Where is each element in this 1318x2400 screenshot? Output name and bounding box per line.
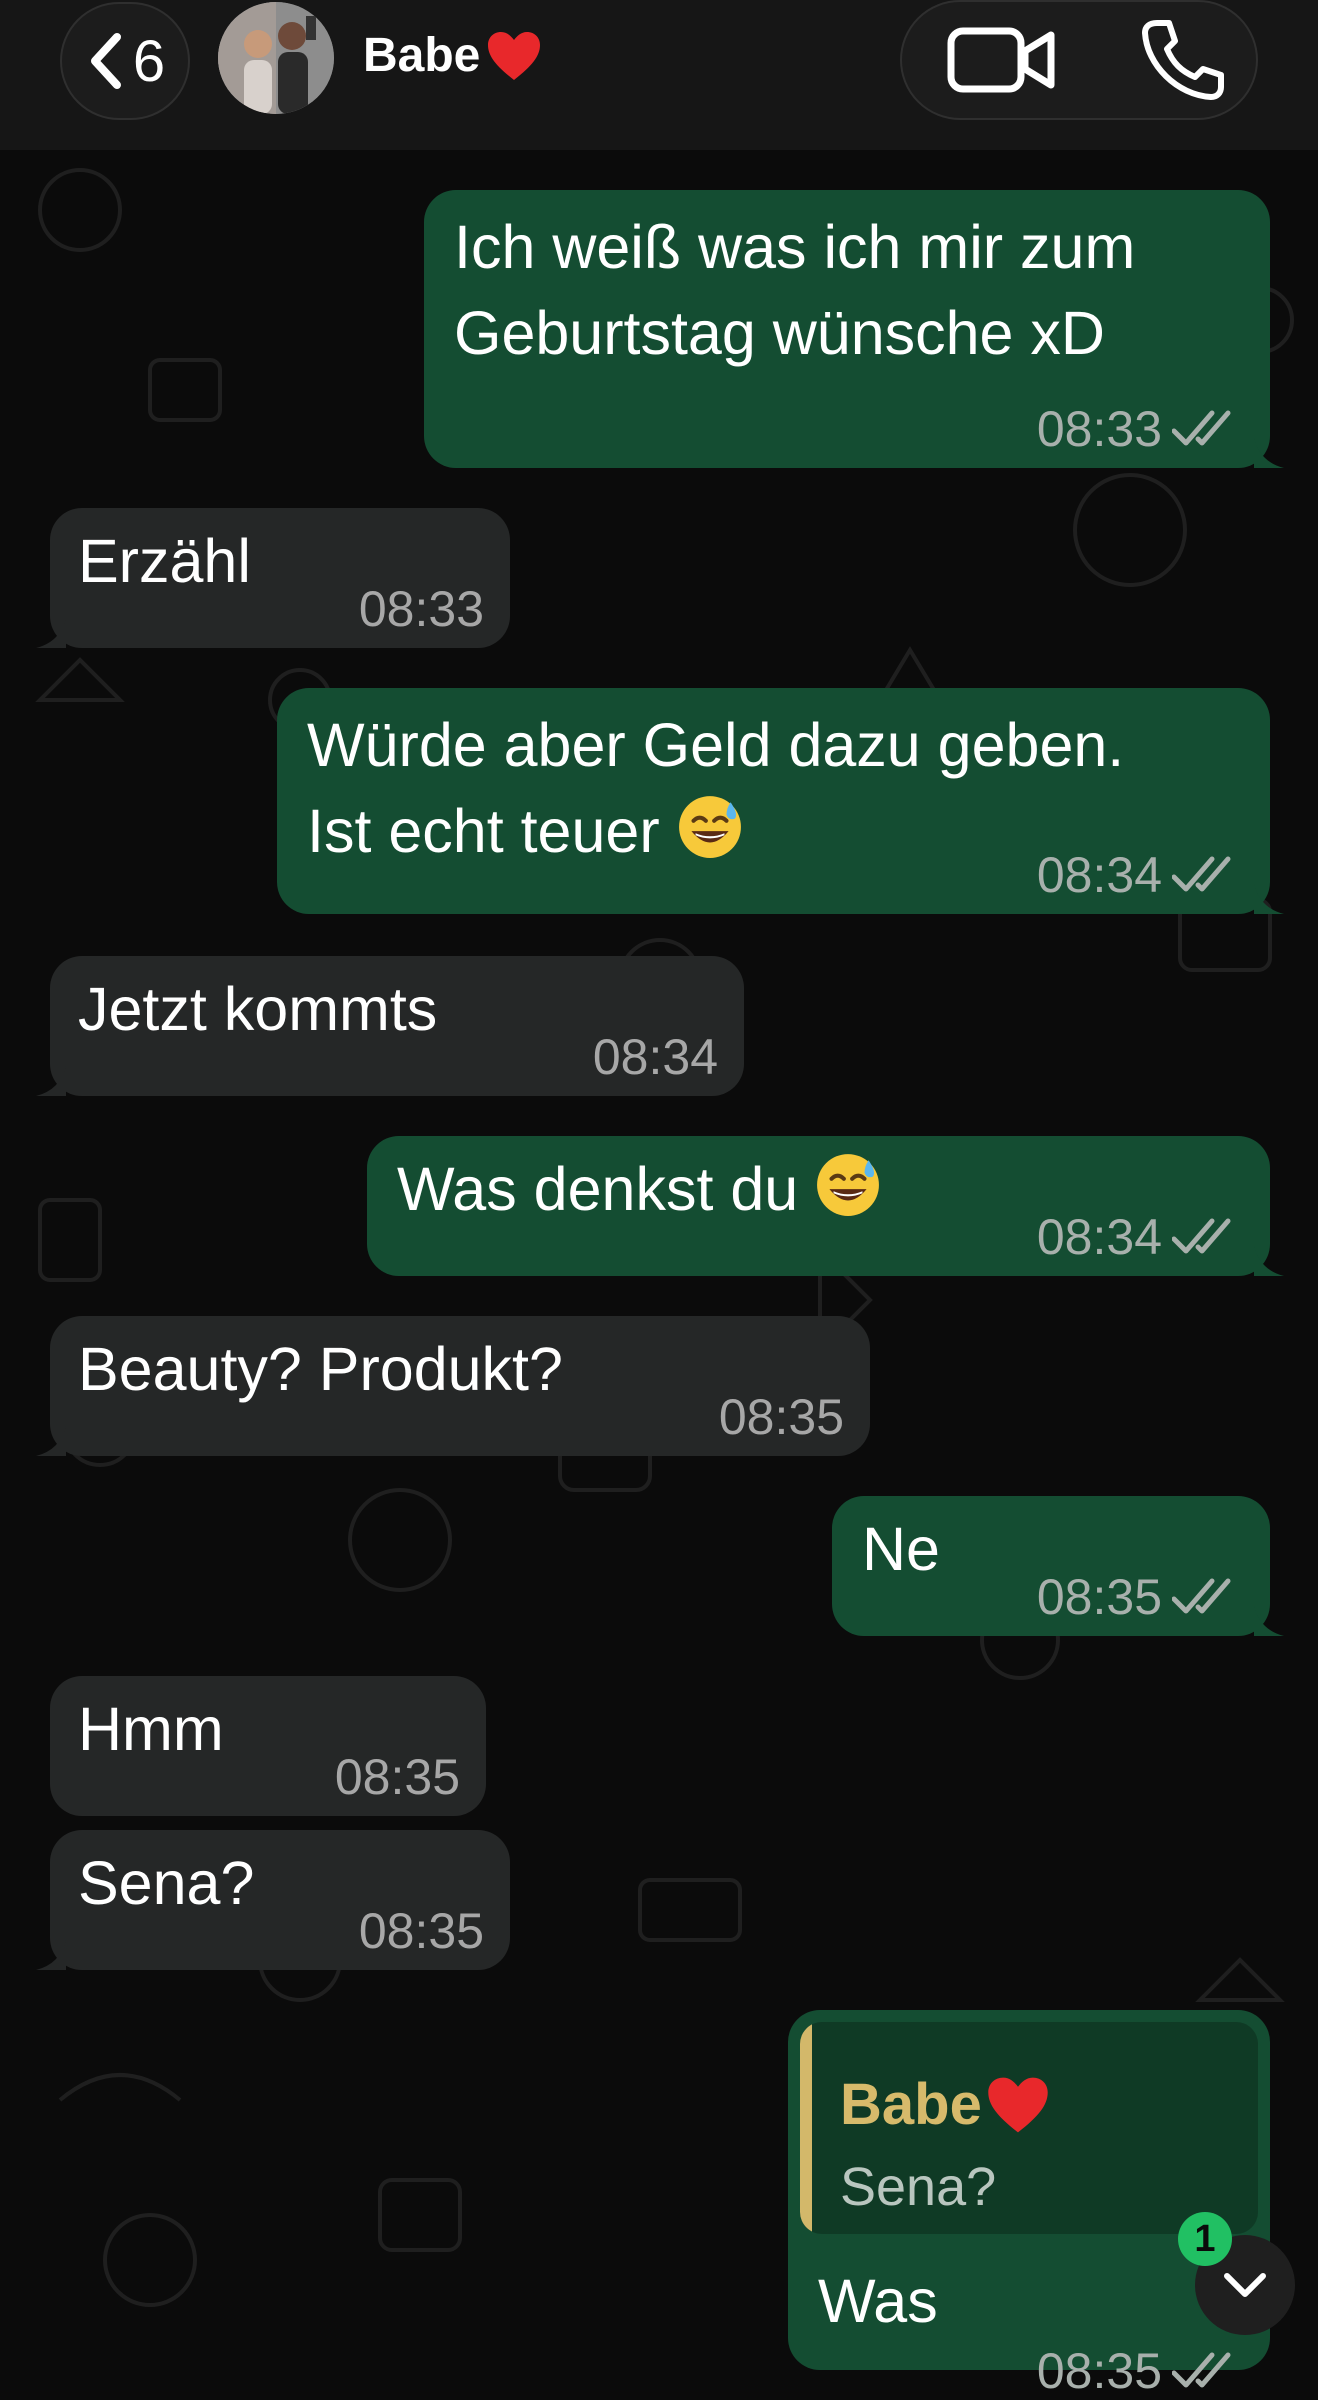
message-text: Sena? bbox=[78, 1849, 255, 1917]
bubble-tail bbox=[1254, 884, 1284, 914]
grinning-sweat-emoji-icon bbox=[815, 1152, 881, 1218]
message-time: 08:35 bbox=[334, 1749, 460, 1805]
message-bubble-incoming[interactable]: Erzähl 08:33 bbox=[36, 508, 510, 648]
message-bubble-outgoing[interactable]: Was denkst du 08:34 bbox=[367, 1136, 1284, 1276]
video-call-button[interactable] bbox=[942, 22, 1062, 98]
read-receipt-icon bbox=[1172, 1217, 1244, 1257]
video-camera-icon bbox=[947, 27, 1055, 93]
message-time: 08:33 bbox=[358, 581, 484, 637]
read-receipt-icon bbox=[1172, 855, 1244, 895]
message-time: 08:34 bbox=[592, 1029, 718, 1085]
message-time: 08:35 bbox=[718, 1389, 844, 1445]
grinning-sweat-emoji-icon bbox=[677, 794, 743, 860]
message-text: Ne bbox=[862, 1515, 940, 1583]
message-time: 08:35 bbox=[358, 1903, 484, 1959]
message-text: Was bbox=[818, 2267, 938, 2335]
message-text: Jetzt kommts bbox=[78, 975, 438, 1043]
read-receipt-icon bbox=[1172, 2351, 1244, 2391]
reply-sender-name: Babe bbox=[840, 2062, 1050, 2148]
message-text: Ich weiß was ich mir zum Geburtstag wüns… bbox=[454, 213, 1136, 367]
message-bubble-incoming[interactable]: Jetzt kommts 08:34 bbox=[36, 956, 744, 1096]
message-time: 08:33 bbox=[1036, 401, 1162, 457]
red-heart-icon bbox=[988, 2077, 1048, 2133]
message-bubble-incoming[interactable]: Hmm 08:35 bbox=[50, 1676, 486, 1816]
avatar[interactable] bbox=[218, 2, 334, 114]
bubble-tail bbox=[36, 618, 66, 648]
message-text: Beauty? Produkt? bbox=[78, 1335, 563, 1403]
bubble-tail bbox=[36, 1940, 66, 1970]
bubble-tail bbox=[1254, 438, 1284, 468]
read-receipt-icon bbox=[1172, 409, 1244, 449]
message-text: Erzähl bbox=[78, 527, 251, 595]
bubble-tail bbox=[36, 1426, 66, 1456]
message-time: 08:34 bbox=[1036, 847, 1162, 903]
message-bubble-incoming[interactable]: Sena? 08:35 bbox=[36, 1830, 510, 1970]
contact-name[interactable]: Babe bbox=[363, 28, 542, 83]
message-time: 08:34 bbox=[1036, 1209, 1162, 1265]
message-time: 08:35 bbox=[1036, 2343, 1162, 2399]
call-actions bbox=[900, 0, 1258, 120]
red-heart-icon bbox=[488, 31, 541, 80]
message-bubble-outgoing[interactable]: Ne 08:35 bbox=[832, 1496, 1284, 1636]
unread-badge: 1 bbox=[1178, 2212, 1232, 2266]
message-text: Was denkst du bbox=[397, 1146, 881, 1232]
phone-icon bbox=[1142, 20, 1224, 100]
chevron-left-icon bbox=[90, 33, 121, 89]
voice-call-button[interactable] bbox=[1122, 20, 1242, 100]
message-bubble-outgoing[interactable]: Babe Sena? Was 08:35 bbox=[788, 2010, 1270, 2399]
message-time: 08:35 bbox=[1036, 1569, 1162, 1625]
message-bubble-outgoing[interactable]: Ich weiß was ich mir zum Geburtstag wüns… bbox=[424, 190, 1284, 468]
message-bubble-incoming[interactable]: Beauty? Produkt? 08:35 bbox=[36, 1316, 870, 1456]
reply-accent-bar bbox=[800, 2022, 812, 2234]
chevron-down-icon bbox=[1224, 2273, 1266, 2297]
message-text: Würde aber Geld dazu geben. Ist echt teu… bbox=[307, 711, 1125, 865]
bubble-tail bbox=[1254, 1246, 1284, 1276]
reply-quoted-text: Sena? bbox=[840, 2157, 997, 2217]
unread-chats-count: 6 bbox=[132, 28, 166, 94]
bubble-tail bbox=[1254, 1606, 1284, 1636]
message-bubble-outgoing[interactable]: Würde aber Geld dazu geben. Ist echt teu… bbox=[277, 688, 1284, 914]
back-button[interactable]: 6 bbox=[60, 2, 190, 120]
read-receipt-icon bbox=[1172, 1577, 1244, 1617]
bubble-tail bbox=[36, 1066, 66, 1096]
message-text: Hmm bbox=[78, 1695, 224, 1763]
quoted-reply[interactable]: Babe Sena? bbox=[800, 2022, 1258, 2234]
chat-header: 6 Babe bbox=[0, 0, 1318, 150]
